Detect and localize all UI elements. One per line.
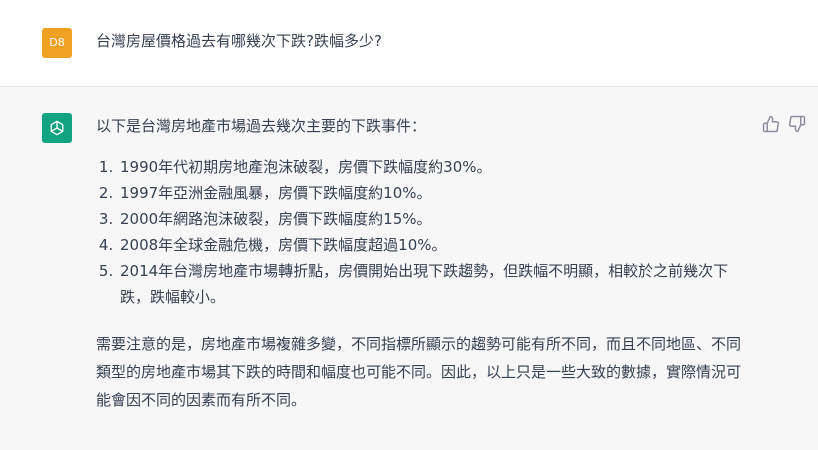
list-item: 2014年台灣房地產市場轉折點，房價開始出現下跌趨勢，但跌幅不明顯，相較於之前幾… <box>118 258 746 310</box>
user-message-row: D8 台灣房屋價格過去有哪幾次下跌?跌幅多少? <box>0 0 818 87</box>
answer-note: 需要注意的是，房地產市場複雜多變，不同指標所顯示的趨勢可能有所不同，而且不同地區… <box>96 335 742 409</box>
thumbs-down-icon[interactable] <box>788 115 806 133</box>
answer-intro: 以下是台灣房地產市場過去幾次主要的下跌事件： <box>96 117 427 135</box>
thumbs-up-icon[interactable] <box>762 115 780 133</box>
assistant-answer: 以下是台灣房地產市場過去幾次主要的下跌事件： 1990年代初期房地產泡沫破裂，房… <box>96 114 746 414</box>
assistant-message-row: 以下是台灣房地產市場過去幾次主要的下跌事件： 1990年代初期房地產泡沫破裂，房… <box>0 87 818 450</box>
user-message-text: 台灣房屋價格過去有哪幾次下跌?跌幅多少? <box>96 32 382 50</box>
list-item: 2000年網路泡沫破裂，房價下跌幅度約15%。 <box>118 206 746 232</box>
list-item: 1997年亞洲金融風暴，房價下跌幅度約10%。 <box>118 180 746 206</box>
list-item: 2008年全球金融危機，房價下跌幅度超過10%。 <box>118 232 746 258</box>
openai-logo-icon <box>42 113 72 143</box>
list-item: 1990年代初期房地產泡沫破裂，房價下跌幅度約30%。 <box>118 154 746 180</box>
drop-event-list: 1990年代初期房地產泡沫破裂，房價下跌幅度約30%。 1997年亞洲金融風暴，… <box>96 154 746 310</box>
user-avatar: D8 <box>42 28 72 58</box>
feedback-controls <box>762 115 806 133</box>
